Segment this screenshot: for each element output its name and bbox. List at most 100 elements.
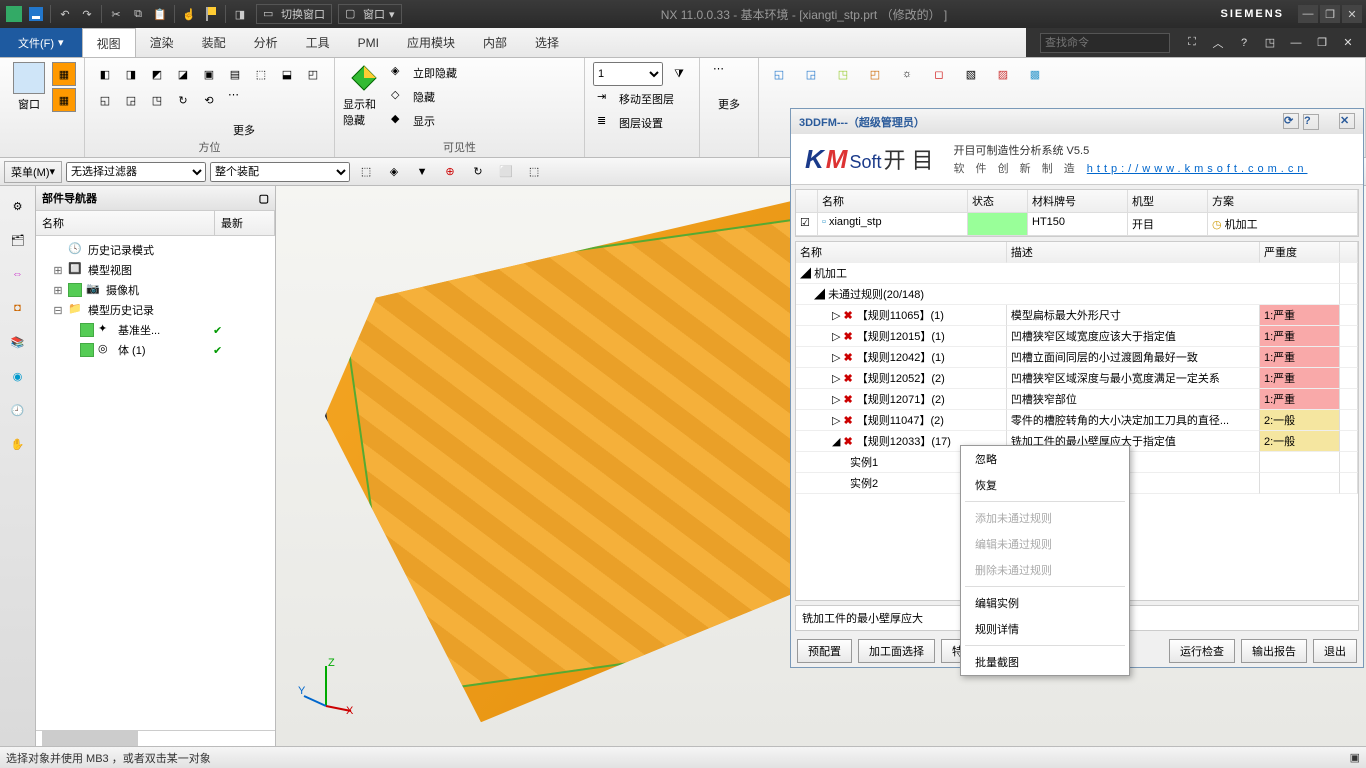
help-icon[interactable]: ? — [1303, 114, 1319, 130]
layer-select[interactable]: 1 — [593, 62, 663, 86]
tab-select[interactable]: 选择 — [521, 28, 573, 57]
copy-icon[interactable]: ⧉ — [128, 4, 148, 24]
show-button[interactable]: ◆显示 — [387, 110, 461, 132]
checkbox-icon[interactable] — [80, 323, 94, 337]
file-menu[interactable]: 文件(F) ▾ — [0, 28, 82, 57]
col-name[interactable]: 名称 — [36, 211, 215, 235]
view-icon[interactable]: ⬚ — [249, 62, 273, 86]
constraint-icon[interactable]: ⇔ — [4, 260, 32, 288]
view-icon[interactable]: ◱ — [93, 88, 117, 112]
h-desc[interactable]: 描述 — [1007, 242, 1260, 263]
btn-run-check[interactable]: 运行检查 — [1169, 639, 1235, 663]
switch-window-button[interactable]: ▭ 切换窗口 — [256, 4, 332, 24]
h-name[interactable]: 名称 — [818, 190, 968, 213]
selection-filter-select[interactable]: 无选择过滤器 — [66, 162, 206, 182]
sel-icon[interactable]: ▼ — [410, 161, 434, 183]
tab-render[interactable]: 渲染 — [136, 28, 188, 57]
cube-icon[interactable]: ◲ — [799, 62, 823, 86]
status-icon[interactable]: ▣ — [1350, 751, 1360, 764]
paste-icon[interactable]: 📋 — [150, 4, 170, 24]
maximize-doc-icon[interactable]: ❐ — [1312, 33, 1332, 53]
h-status[interactable]: 状态 — [968, 190, 1028, 213]
h-scrollbar[interactable] — [36, 730, 275, 746]
checkbox-icon[interactable] — [80, 343, 94, 357]
tab-view[interactable]: 视图 — [82, 28, 136, 57]
dfm-titlebar[interactable]: 3DDFM---（超级管理员） ⟳?✕ — [791, 109, 1363, 134]
menu-button[interactable]: 菜单(M) ▾ — [4, 161, 62, 183]
refresh-icon[interactable]: ⟳ — [1283, 113, 1299, 129]
tree-history[interactable]: ⊟📁模型历史记录 — [38, 300, 273, 320]
sel-icon[interactable]: ↻ — [466, 161, 490, 183]
cube-icon[interactable]: ◰ — [863, 62, 887, 86]
grid4-icon[interactable]: ▦ — [52, 62, 76, 86]
nx-icon[interactable] — [4, 4, 24, 24]
rule-root[interactable]: ◢ 机加工 — [796, 263, 1358, 284]
ctx-edit-instance[interactable]: 编辑实例 — [961, 590, 1129, 616]
dfm-url[interactable]: http://www.kmsoft.com.cn — [1087, 163, 1308, 175]
show-hide-button[interactable]: 显示和隐藏 — [343, 62, 385, 132]
tree-camera[interactable]: ⊞📷摄像机 — [38, 280, 273, 300]
view-icon[interactable]: ◧ — [93, 62, 117, 86]
rule-row[interactable]: ▷ ✖【规则11047】(2)零件的槽腔转角的大小决定加工刀具的直径...2:一… — [796, 410, 1358, 431]
tree-model-view[interactable]: ⊞🔲模型视图 — [38, 260, 273, 280]
rule-row[interactable]: ▷ ✖【规则11065】(1)模型扁标最大外形尺寸1:严重 — [796, 305, 1358, 326]
fullscreen-icon[interactable]: ⛶ — [1182, 33, 1202, 53]
close-icon[interactable]: ✕ — [1339, 113, 1355, 129]
tree-history-mode[interactable]: 🕓历史记录模式 — [38, 240, 273, 260]
books-icon[interactable]: 📚 — [4, 328, 32, 356]
more-button[interactable]: ⋯更多 — [223, 88, 265, 138]
undo-icon[interactable]: ↶ — [55, 4, 75, 24]
move-to-layer-button[interactable]: ⇥移动至图层 — [593, 88, 678, 110]
minimize-button[interactable]: — — [1298, 5, 1318, 23]
tab-assembly[interactable]: 装配 — [188, 28, 240, 57]
sel-icon[interactable]: ⬚ — [354, 161, 378, 183]
chevron-up-icon[interactable]: ︿ — [1208, 33, 1228, 53]
grid9-icon[interactable]: ▦ — [52, 88, 76, 112]
h-material[interactable]: 材料牌号 — [1028, 190, 1128, 213]
row-check[interactable]: ☑ — [796, 213, 818, 236]
hide-immediately-button[interactable]: ◈立即隐藏 — [387, 62, 461, 84]
view-icon[interactable]: ⟲ — [197, 88, 221, 112]
nav-icon[interactable]: 🗂 — [4, 226, 32, 254]
sel-icon[interactable]: ◈ — [382, 161, 406, 183]
sel-icon[interactable]: ⬚ — [522, 161, 546, 183]
minimize-doc-icon[interactable]: — — [1286, 33, 1306, 53]
command-search-input[interactable] — [1040, 33, 1170, 53]
rule-row[interactable]: ▷ ✖【规则12052】(2)凹槽狭窄区域深度与最小宽度满足一定关系1:严重 — [796, 368, 1358, 389]
grid-row[interactable]: ☑ ▫ xiangti_stp HT150 开目 ◷ 机加工 — [796, 213, 1358, 236]
assembly-filter-select[interactable]: 整个装配 — [210, 162, 350, 182]
db-icon[interactable]: ◘ — [4, 294, 32, 322]
h-machine[interactable]: 机型 — [1128, 190, 1208, 213]
nx-icon[interactable]: ◳ — [1260, 33, 1280, 53]
h-name[interactable]: 名称 — [796, 242, 1007, 263]
redo-icon[interactable]: ↷ — [77, 4, 97, 24]
tree-datum[interactable]: ✦基准坐...✔ — [38, 320, 273, 340]
ctx-rule-detail[interactable]: 规则详情 — [961, 616, 1129, 642]
more-button[interactable]: ⋯更多 — [708, 62, 750, 112]
rule-row[interactable]: ▷ ✖【规则12042】(1)凹槽立面间同层的小过渡圆角最好一致1:严重 — [796, 347, 1358, 368]
tab-analysis[interactable]: 分析 — [240, 28, 292, 57]
tab-tools[interactable]: 工具 — [292, 28, 344, 57]
layer-settings-button[interactable]: ≣图层设置 — [593, 112, 667, 134]
btn-export-report[interactable]: 输出报告 — [1241, 639, 1307, 663]
help-icon[interactable]: ? — [1234, 33, 1254, 53]
hand-icon[interactable]: ✋ — [4, 430, 32, 458]
settings-icon[interactable]: ⚙ — [4, 192, 32, 220]
sel-icon[interactable]: ⬜ — [494, 161, 518, 183]
window-menu-button[interactable]: ▢ 窗口 ▾ — [338, 4, 402, 24]
btn-face-select[interactable]: 加工面选择 — [858, 639, 935, 663]
clip-icon[interactable]: ▧ — [959, 62, 983, 86]
view-triad[interactable]: ZXY — [296, 656, 356, 716]
tab-app[interactable]: 应用模块 — [393, 28, 469, 57]
ctx-restore[interactable]: 恢复 — [961, 472, 1129, 498]
view-icon[interactable]: ⬓ — [275, 62, 299, 86]
view-icon[interactable]: ▤ — [223, 62, 247, 86]
section-icon[interactable]: ▨ — [991, 62, 1015, 86]
hide-button[interactable]: ◇隐藏 — [387, 86, 461, 108]
view-icon[interactable]: ◳ — [145, 88, 169, 112]
sel-icon[interactable]: ⊕ — [438, 161, 462, 183]
light-icon[interactable]: ☼ — [895, 62, 919, 86]
view-icon[interactable]: ◩ — [145, 62, 169, 86]
col-latest[interactable]: 最新 — [215, 211, 275, 235]
ctx-ignore[interactable]: 忽略 — [961, 446, 1129, 472]
